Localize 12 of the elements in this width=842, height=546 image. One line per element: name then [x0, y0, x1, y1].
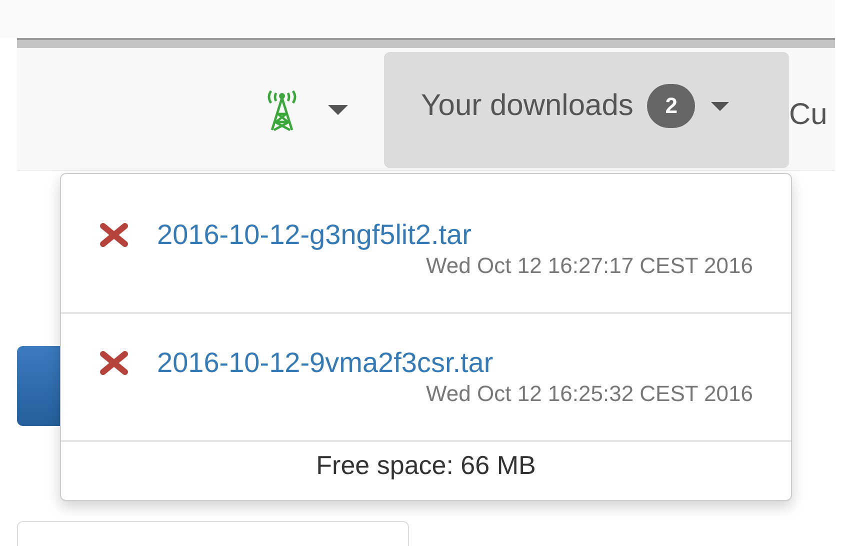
download-date: Wed Oct 12 16:27:17 CEST 2016	[426, 253, 753, 279]
count-badge: 2	[647, 84, 696, 128]
delete-icon[interactable]	[99, 350, 129, 376]
file-link[interactable]: 2016-10-12-g3ngf5lit2.tar	[157, 219, 472, 251]
downloads-button[interactable]: Your downloads 2	[384, 52, 789, 168]
nav-link[interactable]: Cu	[789, 98, 828, 132]
caret-icon	[328, 105, 348, 115]
file-link[interactable]: 2016-10-12-9vma2f3csr.tar	[157, 347, 494, 379]
caret-icon	[711, 102, 730, 110]
free-space-text: Free space: 66 MB	[315, 449, 537, 481]
download-date: Wed Oct 12 16:25:32 CEST 2016	[426, 381, 753, 407]
delete-icon[interactable]	[99, 222, 129, 248]
